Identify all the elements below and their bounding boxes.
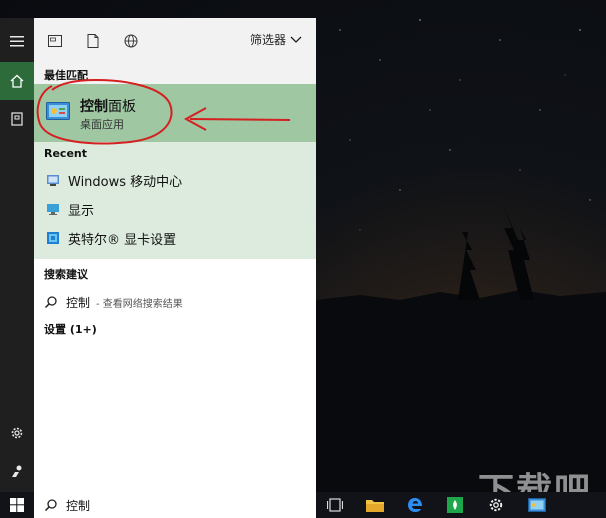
edge-icon (408, 498, 422, 512)
best-match-title-rest: 面板 (108, 99, 136, 115)
apps-filter-button[interactable] (46, 32, 64, 50)
feedback-icon (12, 465, 22, 477)
settings-heading[interactable]: 设置 (1+) (44, 321, 97, 337)
menu-toggle[interactable] (0, 22, 34, 60)
document-icon (87, 34, 99, 48)
mobility-center-icon (47, 175, 59, 186)
search-icon (44, 296, 57, 309)
chevron-down-icon (290, 36, 302, 43)
recent-item-intel-graphics[interactable]: 英特尔® 显卡设置 (34, 224, 316, 252)
green-app-icon (447, 497, 463, 513)
search-results-panel: 筛选器 最佳匹配 控制面板 桌面应用 Recent Windows 移动中心 显… (34, 18, 316, 492)
best-match-heading: 最佳匹配 (44, 69, 88, 82)
home-icon (10, 74, 24, 88)
gear-icon (11, 427, 23, 439)
filter-dropdown[interactable]: 筛选器 (250, 31, 302, 48)
edge-browser-button[interactable] (406, 496, 424, 514)
web-suggestion-query: 控制 (66, 295, 91, 310)
display-icon (47, 204, 59, 215)
recent-item-label: 显示 (68, 203, 95, 219)
control-panel-taskbar-button[interactable] (528, 496, 546, 514)
rail-settings-button[interactable] (0, 414, 34, 452)
gear-icon (489, 498, 503, 512)
rail-home-button[interactable] (0, 62, 34, 100)
apps-icon (48, 35, 62, 47)
recent-section: Recent Windows 移动中心 显示 英特尔® 显卡设置 (34, 142, 316, 259)
folder-icon (366, 500, 384, 512)
taskbar-search-box[interactable] (34, 492, 316, 518)
store-app-button[interactable] (446, 496, 464, 514)
windows-logo-icon (10, 498, 24, 512)
documents-filter-button[interactable] (84, 32, 102, 50)
settings-app-button[interactable] (487, 496, 505, 514)
file-explorer-button[interactable] (366, 496, 384, 514)
control-panel-icon (46, 102, 70, 120)
recent-item-mobility-center[interactable]: Windows 移动中心 (34, 166, 316, 194)
search-input[interactable] (66, 498, 286, 512)
best-match-title-highlight: 控制 (80, 99, 108, 115)
web-suggestion-hint: - 查看网络搜索结果 (96, 298, 183, 310)
recent-item-label: 英特尔® 显卡设置 (68, 232, 177, 248)
search-icon (44, 499, 57, 512)
start-left-rail (0, 18, 34, 492)
intel-graphics-icon (47, 232, 59, 244)
recent-item-label: Windows 移动中心 (68, 174, 183, 190)
globe-icon (124, 34, 138, 48)
search-toolbar: 筛选器 (34, 18, 316, 64)
filter-label: 筛选器 (249, 33, 286, 47)
web-suggestion[interactable]: 控制 - 查看网络搜索结果 (34, 289, 316, 315)
control-panel-icon (528, 498, 546, 512)
task-view-icon (327, 498, 343, 512)
task-view-button[interactable] (326, 496, 344, 514)
hamburger-icon (10, 36, 24, 47)
recent-item-display[interactable]: 显示 (34, 195, 316, 223)
suggestions-heading: 搜索建议 (44, 268, 88, 281)
recent-heading: Recent (44, 147, 88, 160)
best-match-result[interactable]: 控制面板 桌面应用 (34, 84, 316, 142)
notebook-icon (11, 112, 23, 126)
rail-feedback-button[interactable] (0, 452, 34, 490)
best-match-title: 控制面板 (80, 96, 136, 116)
rail-notebook-button[interactable] (0, 100, 34, 138)
suggestions-section: 搜索建议 控制 - 查看网络搜索结果 设置 (1+) (34, 259, 316, 492)
best-match-subtitle: 桌面应用 (80, 118, 124, 131)
start-button[interactable] (0, 492, 34, 518)
web-filter-button[interactable] (122, 32, 140, 50)
taskbar (0, 492, 606, 518)
